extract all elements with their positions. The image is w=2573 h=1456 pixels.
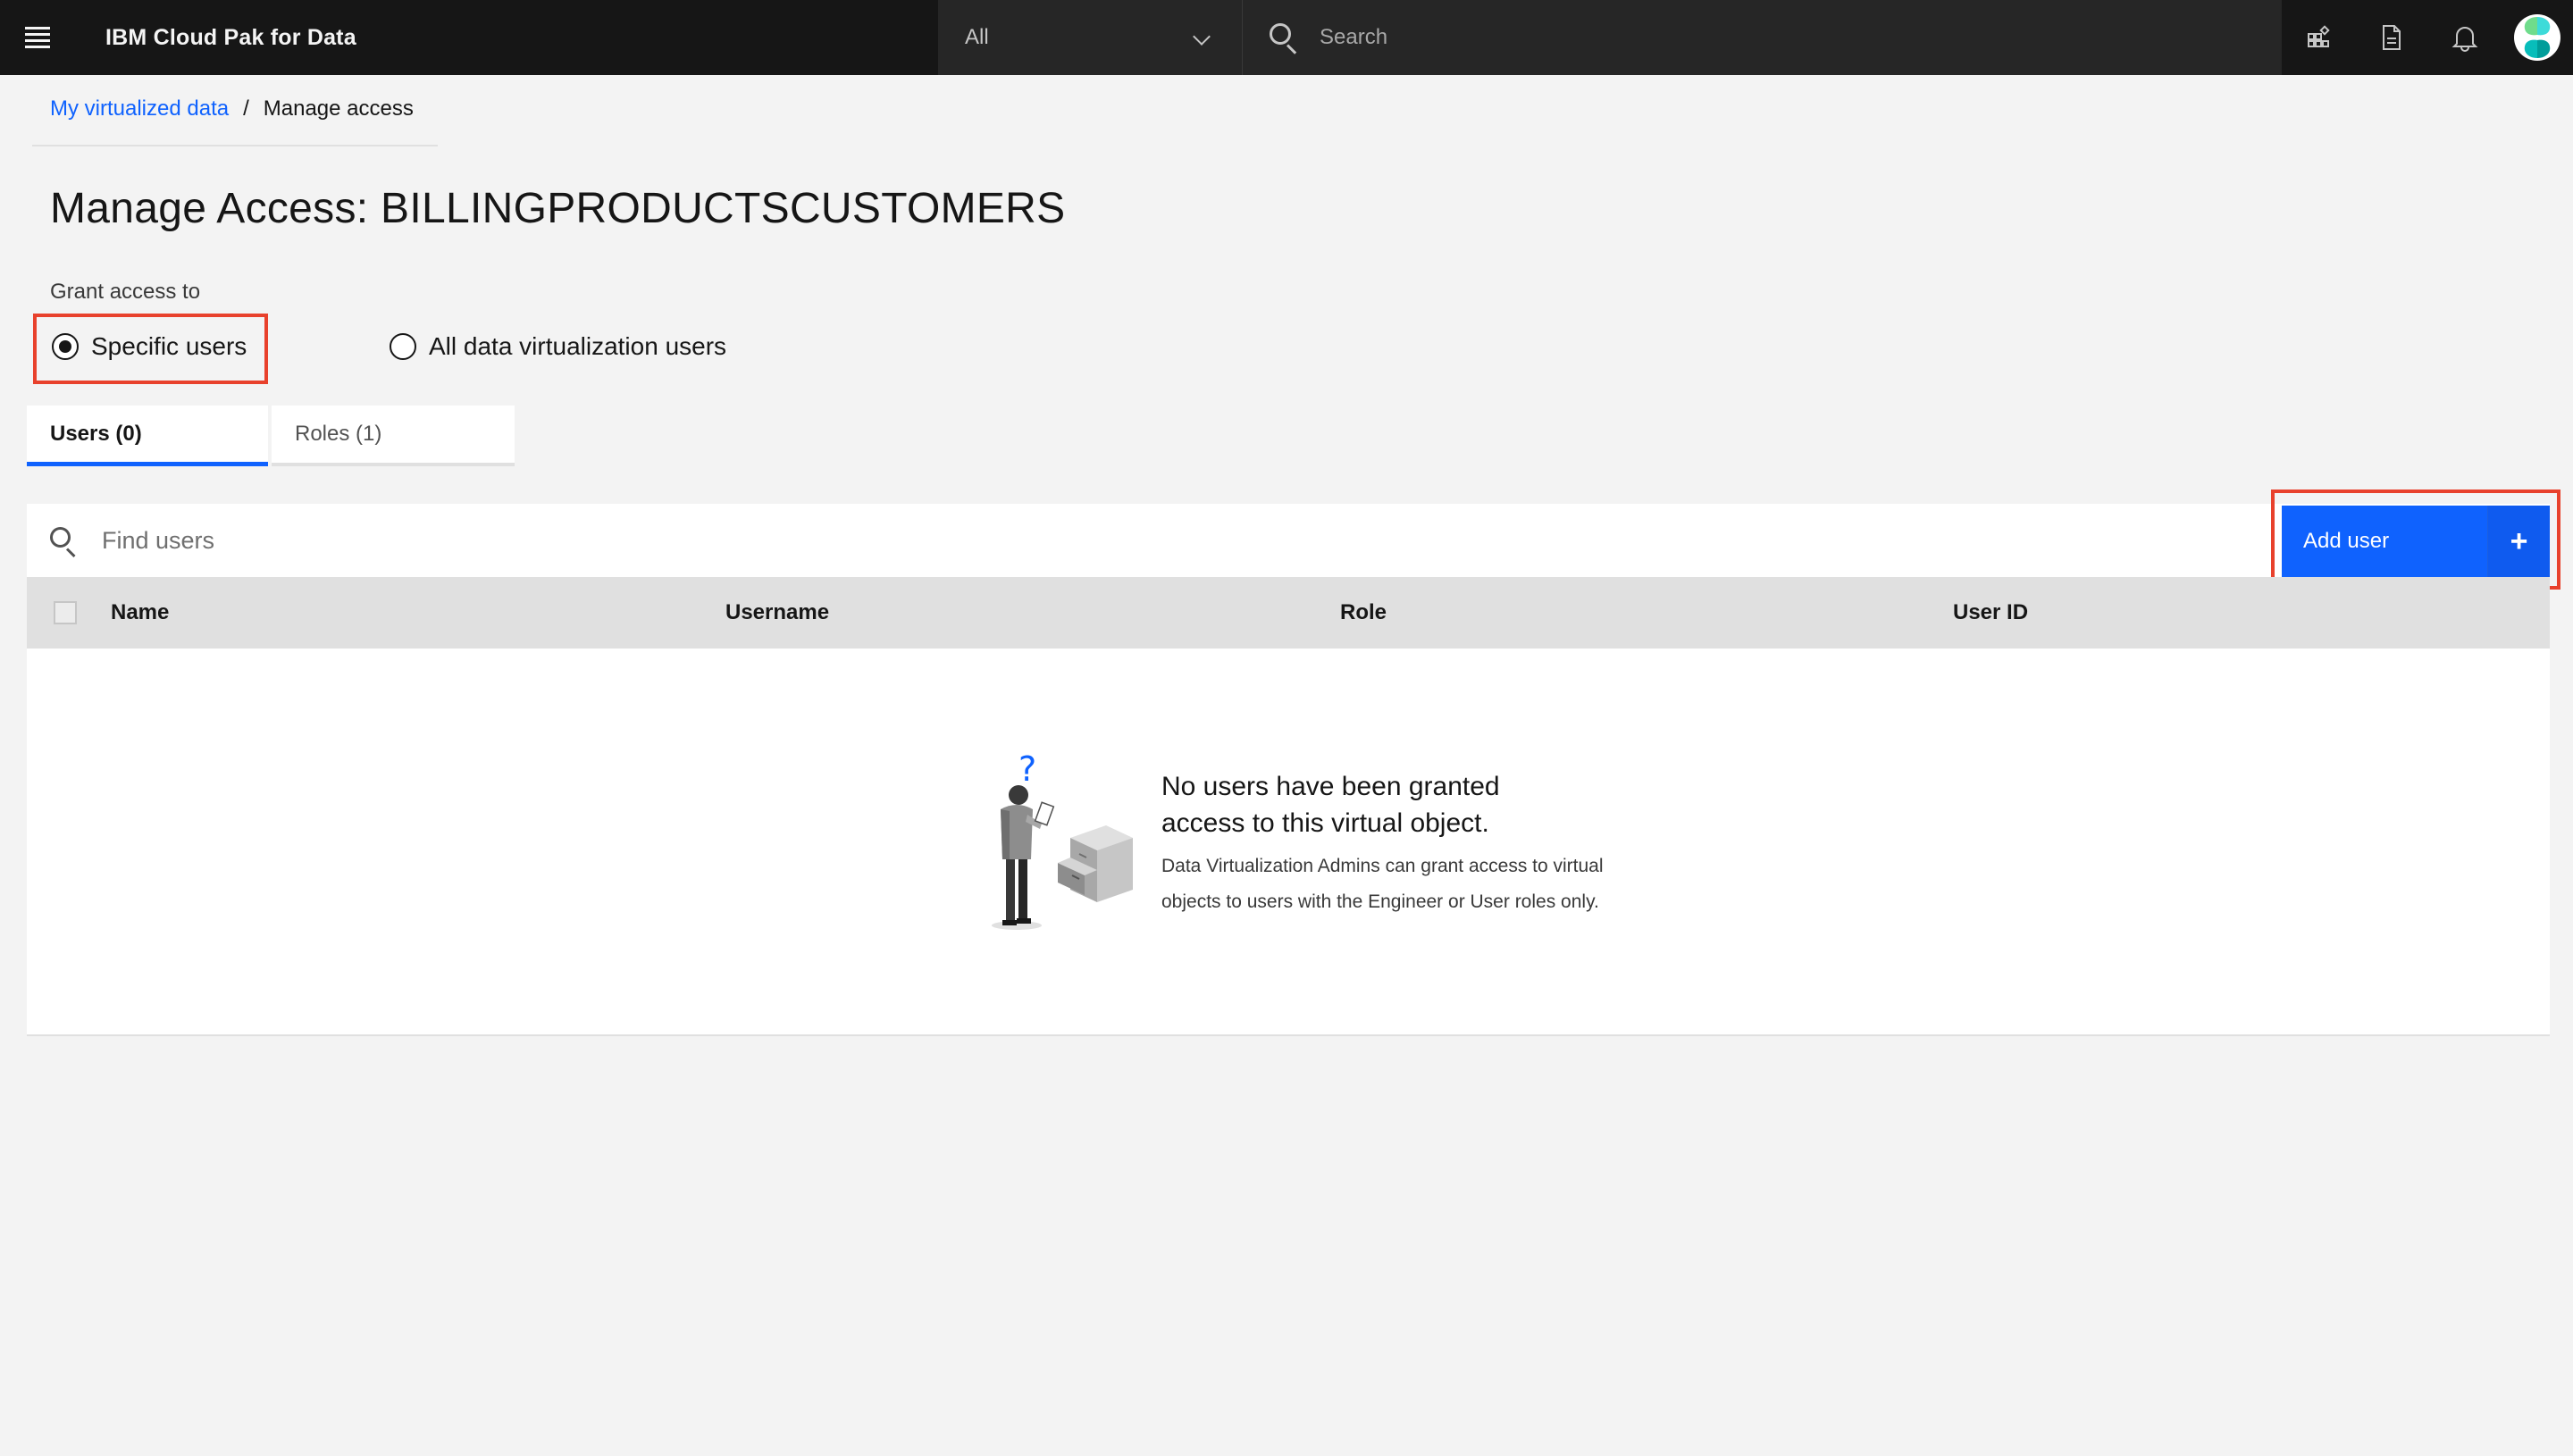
search-icon [1268, 21, 1300, 54]
tab-list: Users (0) Roles (1) [27, 406, 515, 466]
svg-text:?: ? [1018, 749, 1036, 789]
tab-roles[interactable]: Roles (1) [272, 406, 515, 466]
apps-grid-icon[interactable] [2282, 0, 2355, 75]
radio-all-dv-users[interactable]: All data virtualization users [390, 332, 726, 361]
column-header-username[interactable]: Username [725, 600, 829, 625]
table-body: ? No users have been granted access to t… [27, 649, 2550, 1036]
scope-value: All [965, 25, 989, 49]
breadcrumb-current: Manage access [263, 96, 414, 121]
tab-users[interactable]: Users (0) [27, 406, 268, 466]
search-placeholder: Search [1320, 25, 1388, 49]
breadcrumb-my-virtualized-data[interactable]: My virtualized data [50, 96, 229, 121]
select-all-checkbox[interactable] [54, 601, 77, 624]
global-search[interactable]: Search [1242, 0, 2282, 75]
avatar[interactable] [2502, 0, 2573, 75]
find-users-input[interactable] [102, 526, 906, 555]
radio-all-dv-users-label: All data virtualization users [429, 332, 727, 360]
radio-unselected-icon [390, 333, 416, 360]
tab-roles-label: Roles (1) [295, 422, 382, 446]
table-toolbar [27, 504, 2550, 577]
document-icon[interactable] [2355, 0, 2428, 75]
product-name: IBM Cloud Pak for Data [105, 24, 356, 50]
column-header-name[interactable]: Name [111, 600, 169, 625]
scope-dropdown[interactable]: All [938, 0, 1242, 75]
highlight-add-user [2271, 490, 2560, 590]
column-header-user-id[interactable]: User ID [1953, 600, 2028, 625]
table-header: Name Username Role User ID [27, 577, 2550, 649]
empty-state-illustration: ? [992, 749, 1133, 930]
breadcrumb-separator: / [243, 96, 249, 121]
hamburger-menu-icon[interactable] [0, 0, 75, 75]
empty-state-description: Data Virtualization Admins can grant acc… [1161, 856, 1604, 912]
page-title: Manage Access: BILLINGPRODUCTSCUSTOMERS [50, 185, 1066, 232]
grant-access-label: Grant access to [50, 280, 201, 304]
chevron-down-icon [1193, 28, 1211, 46]
search-icon [46, 524, 79, 558]
find-users-search [27, 504, 906, 577]
breadcrumb: My virtualized data / Manage access [50, 96, 414, 121]
breadcrumb-divider [32, 145, 438, 146]
empty-state-title: No users have been granted access to thi… [1161, 772, 1500, 838]
notification-bell-icon[interactable] [2428, 0, 2502, 75]
column-header-role[interactable]: Role [1340, 600, 1387, 625]
highlight-specific-users [33, 314, 268, 384]
tab-users-label: Users (0) [50, 421, 142, 446]
